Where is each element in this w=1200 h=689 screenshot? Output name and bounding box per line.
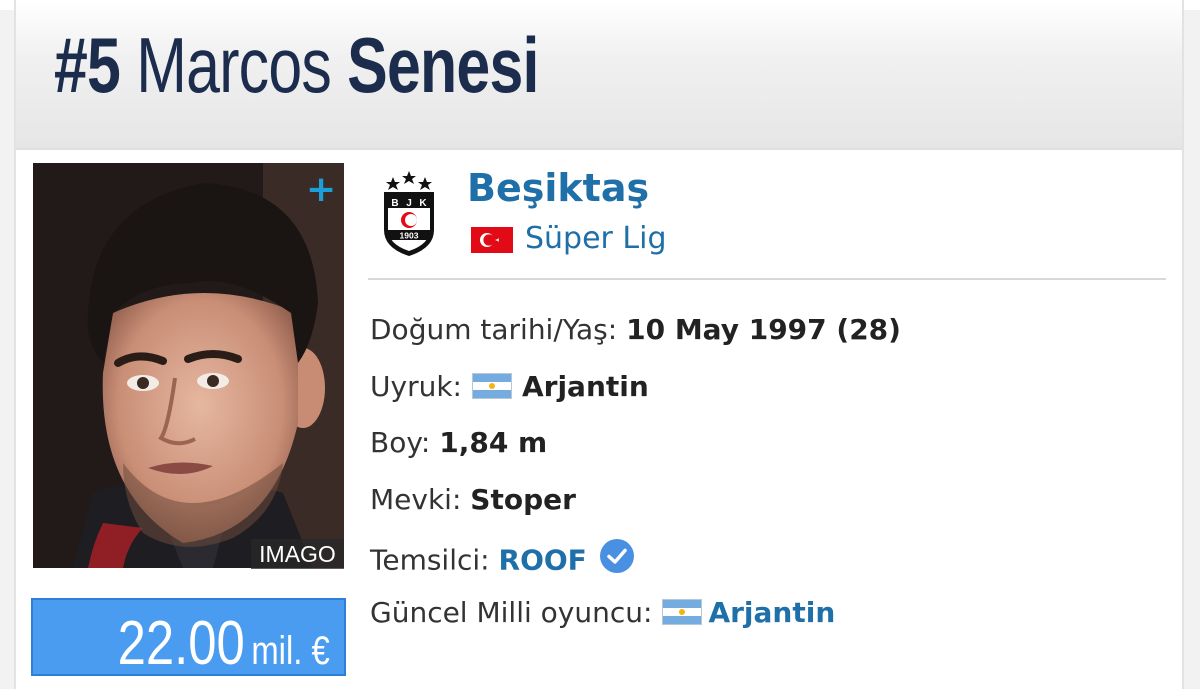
nationality-row: Uyruk: Arjantin [370,370,649,403]
birth-value: 10 May 1997 (28) [626,313,901,346]
birth-row: Doğum tarihi/Yaş: 10 May 1997 (28) [370,313,901,346]
market-value-amount: 22.00 [117,609,246,678]
agent-link[interactable]: ROOF [499,544,587,577]
divider [368,278,1166,280]
position-row: Mevki: Stoper [370,483,576,516]
agent-row: Temsilci: ROOF [370,538,635,585]
nationality-value: Arjantin [521,370,649,403]
position-value: Stoper [470,483,576,516]
player-first-name: Marcos [136,21,332,109]
crest-letter-j: J [406,198,412,209]
plus-icon[interactable]: + [306,172,336,208]
market-value-unit: mil. € [251,629,330,673]
height-value: 1,84 m [439,426,548,459]
photo-credit: IMAGO [251,539,344,569]
player-portrait-illustration [33,163,344,568]
height-label: Boy: [370,426,431,459]
turkey-flag-icon [471,227,513,253]
verified-check-icon [599,538,635,581]
position-label: Mevki: [370,483,462,516]
national-team-link[interactable]: Arjantin [708,596,835,629]
shirt-number: #5 [54,21,121,109]
club-crest-icon[interactable]: B J K 1903 [378,168,440,262]
national-team-label: Güncel Milli oyuncu: [370,596,653,629]
crest-letter-k: K [419,198,427,209]
market-value-box[interactable]: 22.00 mil. € [31,598,346,679]
player-photo[interactable] [33,163,344,568]
height-row: Boy: 1,84 m [370,426,547,459]
club-name-link[interactable]: Beşiktaş [467,166,649,210]
market-value: 22.00 mil. € [118,608,330,679]
crest-year: 1903 [400,231,419,241]
player-last-name: Senesi [347,21,539,109]
player-title: #5 Marcos Senesi [54,26,539,104]
nationality-label: Uyruk: [370,370,462,403]
crest-letter-b: B [391,198,398,209]
argentina-flag-icon [471,373,512,399]
agent-label: Temsilci: [370,543,490,577]
national-team-row: Güncel Milli oyuncu: Arjantin [370,596,835,629]
birth-label: Doğum tarihi/Yaş: [370,313,618,346]
league-name-link[interactable]: Süper Lig [525,221,667,256]
profile-header: #5 Marcos Senesi [16,0,1182,150]
argentina-flag-icon [662,599,703,625]
